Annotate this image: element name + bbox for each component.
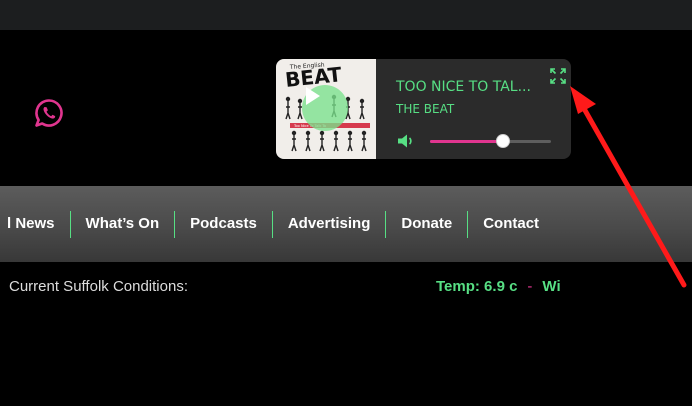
nav-item-advertising[interactable]: Advertising bbox=[273, 210, 386, 238]
audio-player: The English BEAT Too Nice To Talk To bbox=[276, 59, 571, 159]
play-icon bbox=[306, 87, 320, 105]
whatsapp-icon[interactable] bbox=[33, 97, 65, 129]
volume-icon[interactable] bbox=[397, 133, 415, 149]
temperature-text: Temp: 6.9 c bbox=[436, 278, 518, 295]
nav-item-donate[interactable]: Donate bbox=[386, 210, 467, 238]
conditions-label: Current Suffolk Conditions: bbox=[9, 278, 188, 295]
ticker-separator: - bbox=[527, 278, 533, 295]
nav-item-contact[interactable]: Contact bbox=[468, 210, 554, 238]
main-navigation: l News What’s On Podcasts Advertising Do… bbox=[0, 186, 692, 262]
top-bar bbox=[0, 0, 692, 30]
nav-list: l News What’s On Podcasts Advertising Do… bbox=[0, 210, 554, 238]
track-title: TOO NICE TO TAL... bbox=[396, 79, 531, 95]
album-art: The English BEAT Too Nice To Talk To bbox=[276, 59, 376, 159]
nav-item-news[interactable]: l News bbox=[0, 210, 70, 238]
track-artist: THE BEAT bbox=[396, 102, 455, 116]
play-button[interactable] bbox=[302, 85, 348, 131]
nav-item-podcasts[interactable]: Podcasts bbox=[175, 210, 272, 238]
wind-text: Wi bbox=[542, 278, 561, 295]
volume-slider-handle[interactable] bbox=[496, 134, 510, 148]
expand-icon[interactable] bbox=[550, 68, 566, 84]
weather-ticker: Temp: 6.9 c - Wi bbox=[436, 277, 576, 297]
volume-slider[interactable] bbox=[430, 134, 551, 148]
nav-item-whats-on[interactable]: What’s On bbox=[71, 210, 175, 238]
volume-slider-fill bbox=[430, 140, 503, 143]
